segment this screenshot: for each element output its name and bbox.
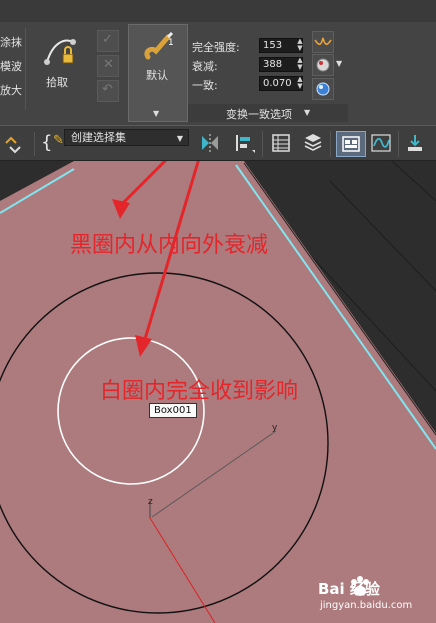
close-icon: ✕	[103, 57, 114, 72]
toolbar-divider-3	[330, 131, 331, 157]
svg-text:1: 1	[168, 38, 174, 48]
ribbon-grid-icon	[342, 136, 360, 152]
section-strip: 变换一致选项 ▼	[188, 104, 348, 122]
named-selection-brace-icon[interactable]: {	[41, 132, 52, 153]
chevron-down-icon: ▼	[176, 134, 183, 143]
ribbon-toggle-button[interactable]	[336, 131, 366, 157]
pick-label: 拾取	[46, 76, 68, 89]
cancel-button[interactable]: ✕	[97, 55, 119, 77]
viewport-perspective[interactable]: 黑圈内从内向外衰减 白圈内完全收到影响 y z	[0, 161, 436, 623]
ribbon-label-wave[interactable]: 模波	[0, 58, 22, 74]
consistency-spinner[interactable]: ▲ ▼	[295, 76, 305, 91]
blue-sphere-icon	[316, 82, 330, 96]
annotation-white-circle: 白圈内完全收到影响	[100, 379, 299, 404]
consistency-label: 一致:	[192, 79, 218, 92]
watermark: Bai 经验 jingyan.baidu.com	[318, 574, 433, 618]
annotation-black-circle: 黑圈内从内向外衰减	[70, 233, 269, 258]
sphere-gear-icon	[316, 58, 330, 72]
object-tooltip: Box001	[149, 403, 197, 418]
ribbon-panel: 涂抹 模波 放大 拾取 ✓ ✕ ↶ 1 默认 ▼ 完全强度: ▲▼ 衰减:	[0, 0, 436, 125]
sphere-settings-button[interactable]	[312, 54, 334, 76]
watermark-brand: Bai 经验	[318, 580, 380, 598]
checkmark-icon: ✓	[102, 32, 113, 47]
watermark-url: jingyan.baidu.com	[320, 600, 413, 611]
sphere-dropdown-icon[interactable]: ▼	[336, 59, 342, 68]
pick-button[interactable]: 拾取	[36, 28, 86, 96]
scene-explorer-icon[interactable]	[270, 132, 292, 154]
falloff-spinner[interactable]: ▲ ▼	[295, 57, 305, 72]
falloff-label: 衰减:	[192, 60, 218, 73]
selection-set-value: 创建选择集	[71, 131, 126, 144]
dropdown-arrow-icon: ▼	[153, 109, 160, 118]
undo-icon: ↶	[102, 82, 113, 97]
default-button[interactable]: 1 默认 ▼	[128, 24, 188, 122]
brush-icon: 1	[144, 31, 174, 60]
mirror-icon[interactable]	[199, 132, 221, 154]
blue-sphere-button[interactable]	[312, 78, 334, 100]
edit-selection-pen-icon[interactable]: ✎	[53, 133, 64, 148]
section-dropdown-icon[interactable]: ▼	[304, 108, 310, 117]
pick-curve-icon	[44, 39, 76, 65]
falloff-curve-icon	[314, 37, 332, 46]
selection-set-dropdown[interactable]: 创建选择集 ▼	[64, 129, 189, 146]
ribbon-label-smudge[interactable]: 涂抹	[0, 34, 22, 50]
confirm-button[interactable]: ✓	[97, 30, 119, 52]
undo-button[interactable]: ↶	[97, 80, 119, 102]
full-strength-label: 完全强度:	[192, 41, 240, 54]
ribbon-label-enlarge[interactable]: 放大	[0, 82, 22, 98]
axis-z-label: z	[148, 497, 153, 507]
toolbar-divider-4	[398, 131, 399, 157]
toolbar-divider	[34, 132, 35, 156]
ribbon-divider	[25, 28, 26, 110]
snap-toggle-icon[interactable]	[2, 133, 24, 155]
full-strength-spinner[interactable]: ▲ ▼	[295, 38, 305, 53]
layer-manager-icon[interactable]	[302, 132, 324, 154]
align-icon[interactable]	[234, 132, 256, 154]
default-label: 默认	[146, 69, 168, 82]
axis-y-label: y	[272, 423, 278, 433]
section-label: 变换一致选项	[226, 108, 292, 121]
curve-editor-icon[interactable]	[370, 132, 392, 154]
ribbon-header-strip	[0, 0, 436, 22]
schematic-view-icon[interactable]	[404, 132, 426, 154]
toolbar-divider-2	[262, 131, 263, 157]
falloff-curve-button[interactable]	[312, 31, 334, 53]
